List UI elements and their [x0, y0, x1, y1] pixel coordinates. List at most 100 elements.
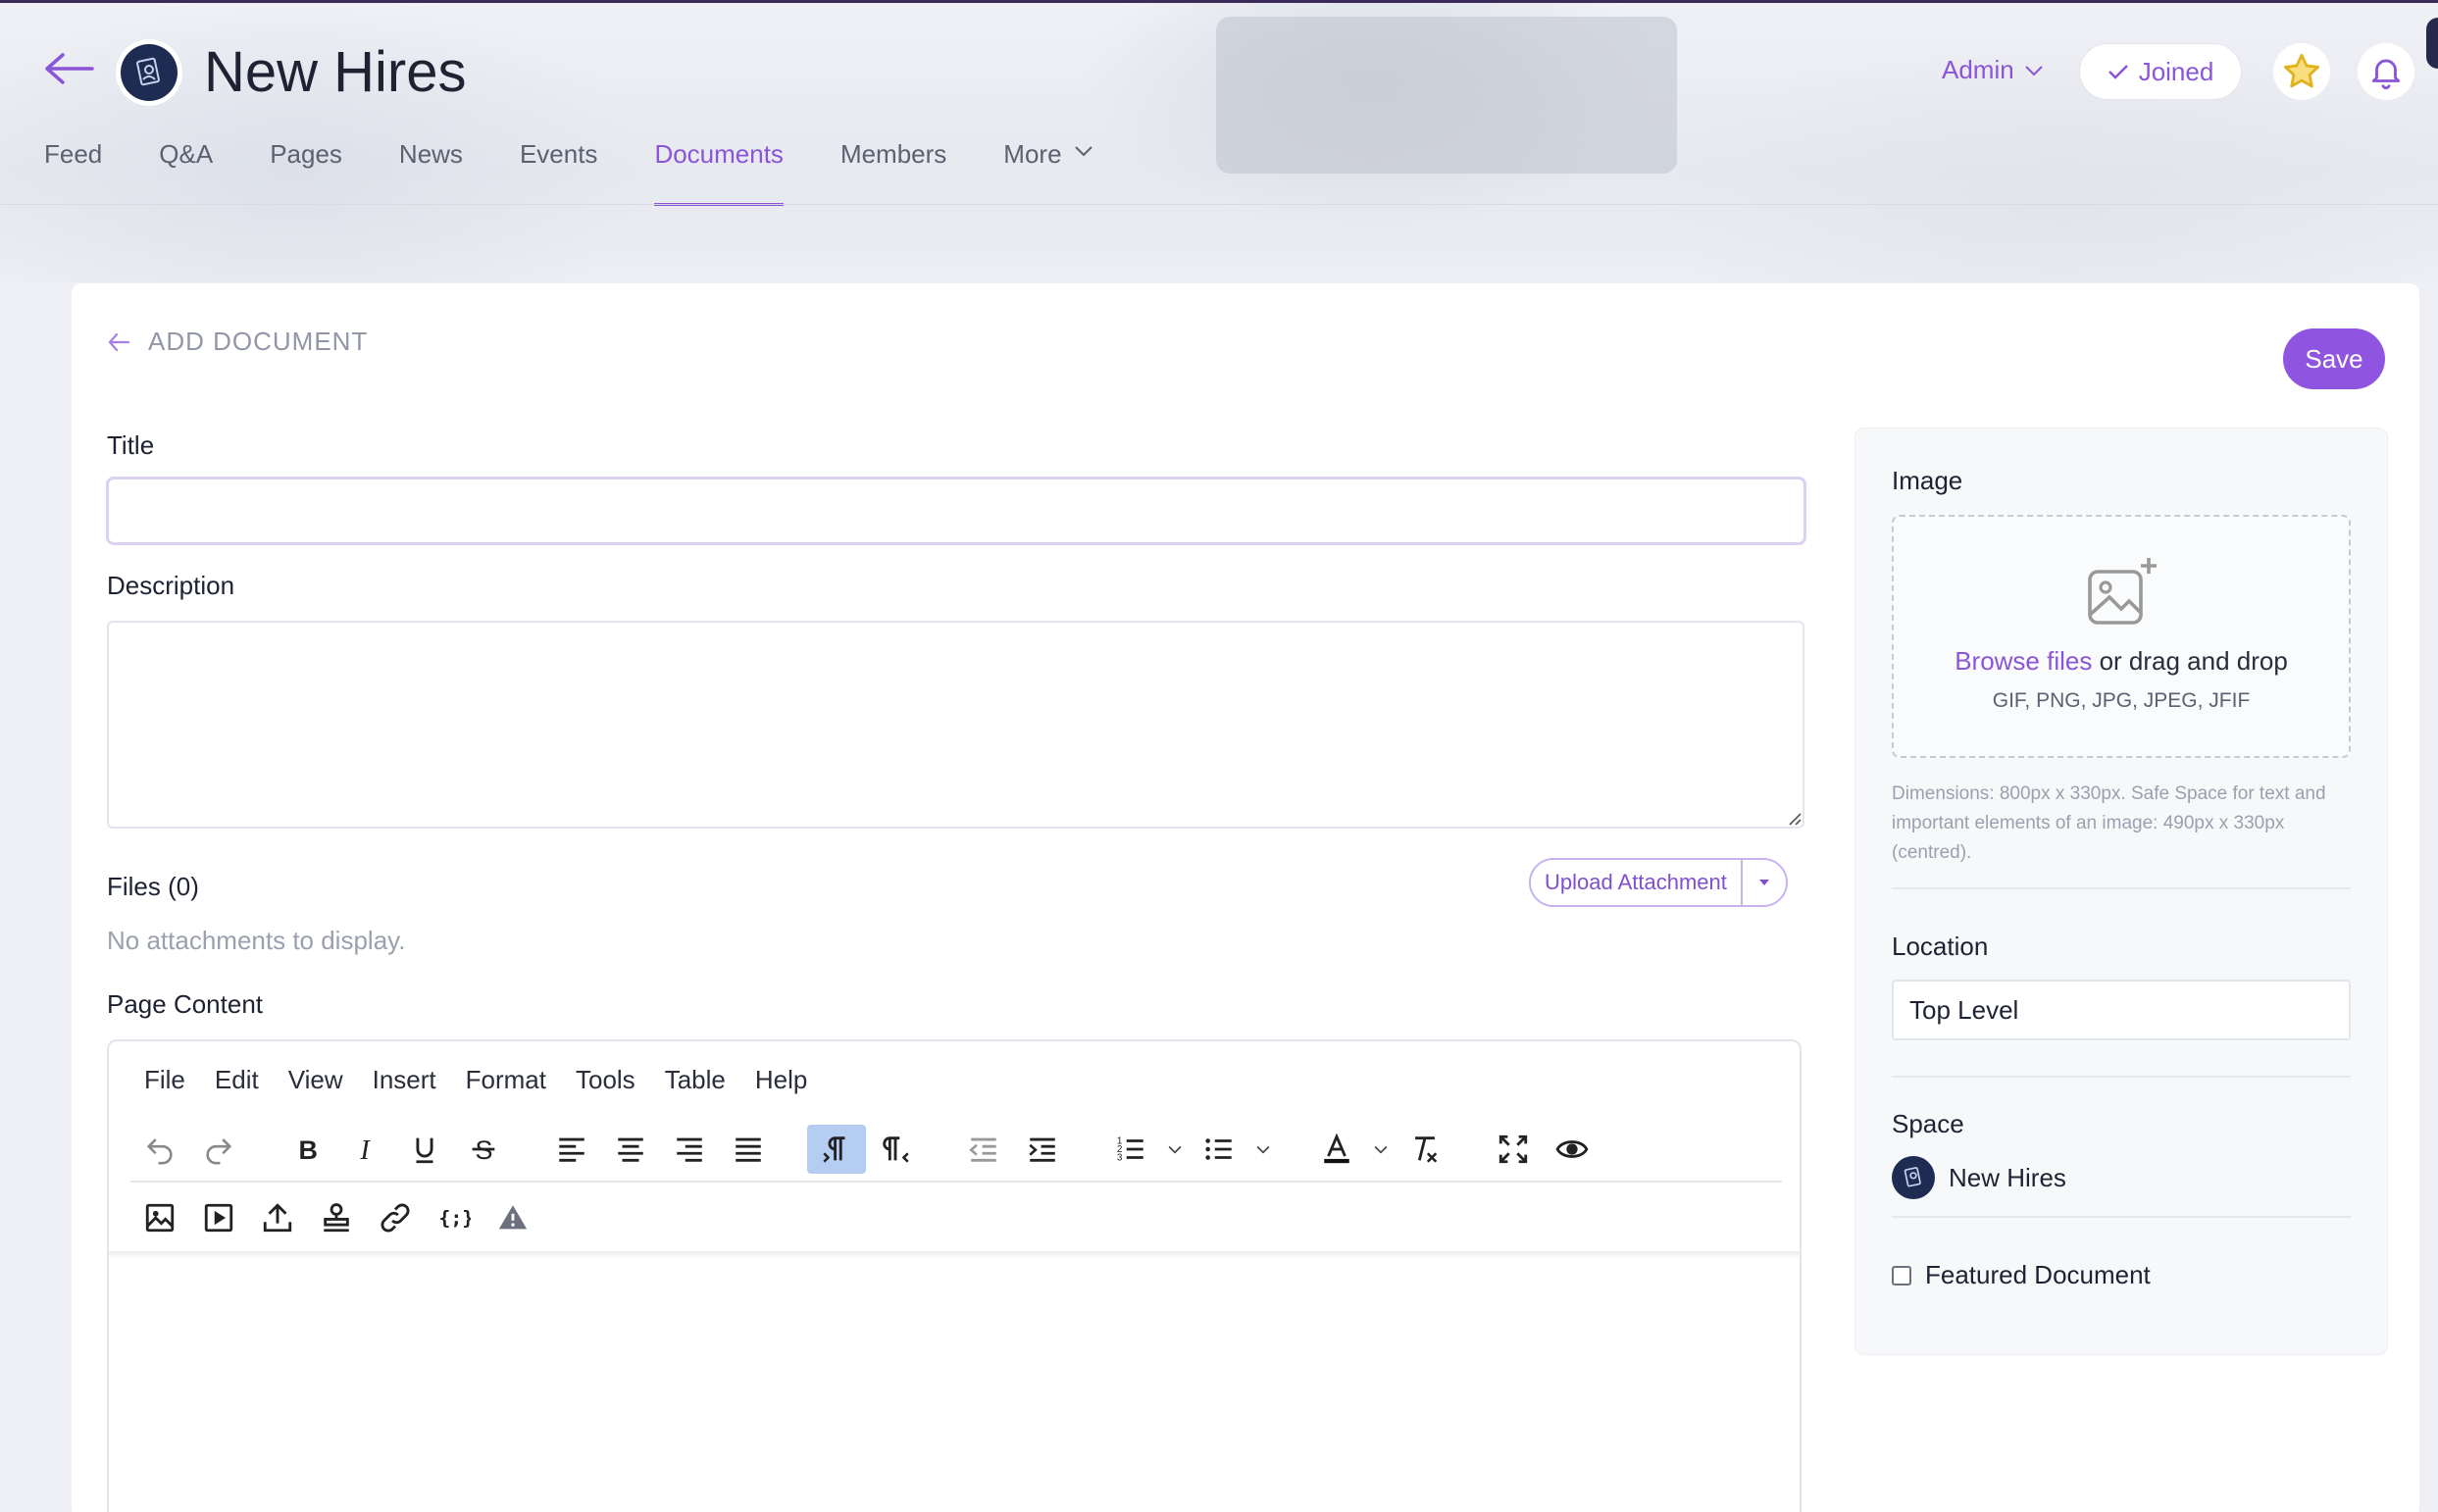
numbered-list-options[interactable] — [1160, 1125, 1190, 1174]
align-center-icon — [618, 1137, 643, 1162]
stamp-icon — [324, 1203, 349, 1233]
strikethrough-button[interactable]: S — [454, 1125, 513, 1174]
upload-options-dropdown[interactable] — [1743, 860, 1786, 905]
breadcrumb-label: ADD DOCUMENT — [148, 327, 369, 356]
star-icon — [2283, 53, 2320, 88]
insert-warning-button[interactable] — [483, 1193, 542, 1242]
page-title: New Hires — [204, 40, 467, 104]
description-textarea[interactable] — [107, 621, 1804, 829]
redo-button[interactable] — [189, 1125, 248, 1174]
title-input[interactable] — [106, 477, 1806, 545]
back-arrow-icon[interactable] — [41, 49, 96, 88]
insert-media-button[interactable] — [189, 1193, 248, 1242]
align-left-button[interactable] — [542, 1125, 601, 1174]
resize-handle-icon[interactable] — [1786, 810, 1802, 826]
ltr-icon — [823, 1136, 845, 1163]
menu-help[interactable]: Help — [755, 1065, 807, 1095]
bullet-list-button[interactable] — [1190, 1125, 1248, 1174]
upload-attachment-button[interactable]: Upload Attachment — [1531, 860, 1743, 905]
dimensions-note: Dimensions: 800px x 330px. Safe Space fo… — [1892, 783, 2326, 863]
notifications-button[interactable] — [2358, 43, 2414, 100]
chevron-down-icon — [1374, 1145, 1388, 1154]
sidebar-divider — [1892, 1216, 2351, 1218]
italic-button[interactable]: I — [336, 1125, 395, 1174]
image-dropzone[interactable]: Browse files or drag and drop GIF, PNG, … — [1892, 515, 2351, 758]
upload-file-button[interactable] — [248, 1193, 307, 1242]
featured-document-checkbox[interactable] — [1892, 1265, 1911, 1285]
menu-view[interactable]: View — [288, 1065, 343, 1095]
tab-pages[interactable]: Pages — [270, 139, 342, 206]
insert-link-button[interactable] — [366, 1193, 425, 1242]
align-justify-button[interactable] — [719, 1125, 778, 1174]
title-label: Title — [107, 430, 155, 460]
align-right-icon — [677, 1137, 702, 1162]
menu-tools[interactable]: Tools — [576, 1065, 635, 1095]
underline-button[interactable] — [395, 1125, 454, 1174]
rich-text-editor: File Edit View Insert Format Tools Table… — [107, 1039, 1802, 1512]
save-button[interactable]: Save — [2283, 328, 2385, 389]
toolbar-divider — [130, 1181, 1782, 1183]
ltr-button[interactable] — [807, 1125, 866, 1174]
redo-icon — [206, 1138, 232, 1165]
tab-news[interactable]: News — [399, 139, 463, 206]
page-content-label: Page Content — [107, 989, 264, 1019]
tab-documents[interactable]: Documents — [654, 139, 784, 206]
location-label: Location — [1892, 932, 1989, 961]
clear-format-button[interactable] — [1396, 1125, 1454, 1174]
menu-insert[interactable]: Insert — [373, 1065, 436, 1095]
numbered-list-icon: 123 — [1117, 1135, 1143, 1163]
favorite-button[interactable] — [2273, 43, 2330, 100]
align-right-button[interactable] — [660, 1125, 719, 1174]
insert-code-button[interactable]: {;} — [425, 1193, 483, 1242]
file-types-text: GIF, PNG, JPG, JPEG, JFIF — [1992, 689, 2251, 712]
rtl-button[interactable] — [866, 1125, 925, 1174]
tab-more[interactable]: More — [1003, 139, 1092, 206]
location-field[interactable]: Top Level — [1892, 980, 2351, 1040]
tab-events[interactable]: Events — [520, 139, 598, 206]
text-color-button[interactable] — [1307, 1125, 1366, 1174]
space-name: New Hires — [1949, 1162, 2066, 1192]
bold-icon: B — [299, 1135, 318, 1165]
admin-dropdown[interactable]: Admin — [1942, 55, 2044, 85]
upload-attachment-group: Upload Attachment — [1529, 858, 1788, 907]
insert-image-button[interactable] — [130, 1193, 189, 1242]
tab-feed[interactable]: Feed — [44, 139, 102, 206]
breadcrumb[interactable]: ADD DOCUMENT — [107, 327, 368, 357]
description-label: Description — [107, 571, 235, 600]
bold-button[interactable]: B — [278, 1125, 336, 1174]
user-avatar[interactable] — [2426, 18, 2438, 69]
joined-label: Joined — [2138, 56, 2214, 86]
menu-file[interactable]: File — [144, 1065, 185, 1095]
indent-button[interactable] — [1013, 1125, 1072, 1174]
sidebar-divider — [1892, 887, 2351, 889]
space-logo-icon — [1904, 1167, 1921, 1187]
preview-button[interactable] — [1543, 1125, 1601, 1174]
check-icon — [2108, 65, 2128, 79]
strikethrough-icon: S — [472, 1135, 495, 1165]
undo-icon — [146, 1138, 173, 1165]
align-left-icon — [559, 1137, 584, 1162]
italic-icon: I — [359, 1135, 371, 1166]
numbered-list-button[interactable]: 123 — [1101, 1125, 1160, 1174]
menu-table[interactable]: Table — [665, 1065, 726, 1095]
align-center-button[interactable] — [601, 1125, 660, 1174]
bullet-list-options[interactable] — [1248, 1125, 1278, 1174]
tab-members[interactable]: Members — [840, 139, 946, 206]
space-logo — [116, 39, 182, 106]
browse-files-link[interactable]: Browse files — [1955, 646, 2092, 676]
toolbar-shadow — [109, 1251, 1800, 1259]
undo-button[interactable] — [130, 1125, 189, 1174]
featured-document-option[interactable]: Featured Document — [1892, 1260, 2151, 1290]
add-document-card: ADD DOCUMENT Save Title Description File… — [72, 283, 2419, 1512]
tab-qa[interactable]: Q&A — [159, 139, 213, 206]
outdent-button[interactable] — [954, 1125, 1013, 1174]
text-color-options[interactable] — [1366, 1125, 1396, 1174]
fullscreen-button[interactable] — [1484, 1125, 1543, 1174]
menu-edit[interactable]: Edit — [215, 1065, 259, 1095]
arrow-left-icon — [108, 332, 130, 351]
document-settings-panel: Image Browse files or drag and drop GIF,… — [1854, 428, 2388, 1355]
stamp-button[interactable] — [307, 1193, 366, 1242]
joined-button[interactable]: Joined — [2079, 43, 2242, 100]
text-color-icon — [1324, 1133, 1349, 1164]
menu-format[interactable]: Format — [466, 1065, 546, 1095]
